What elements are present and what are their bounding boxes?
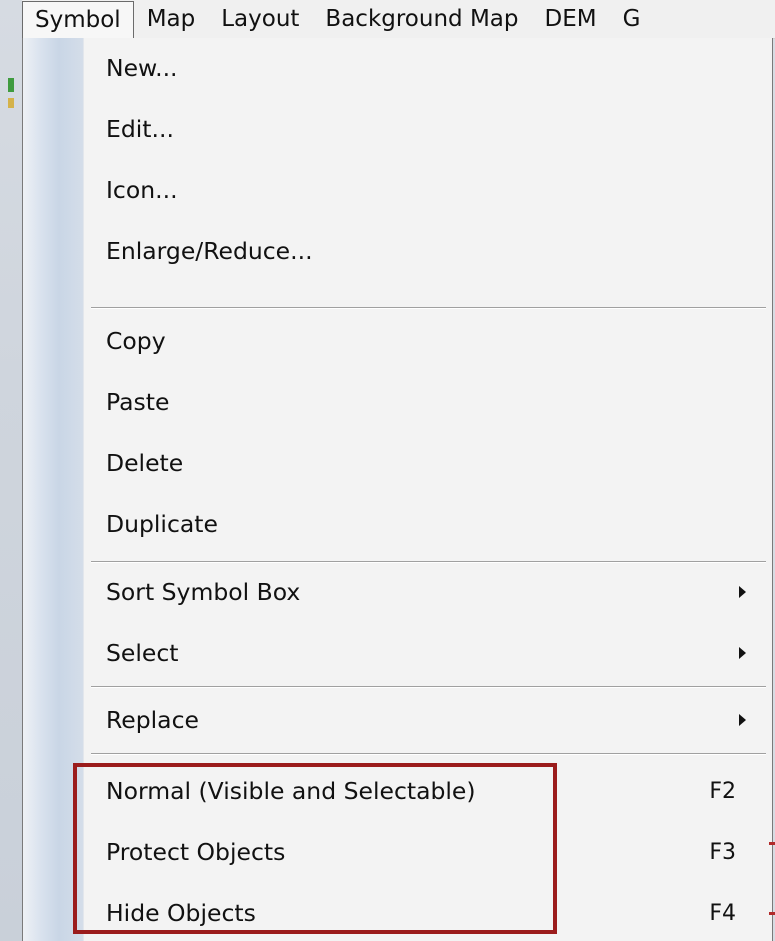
menu-item-label: Protect Objects	[106, 838, 286, 866]
menu-item-protect-objects[interactable]: Protect Objects F3	[83, 824, 772, 880]
menu-item-label: Icon...	[106, 176, 178, 204]
background-red-mark	[769, 842, 775, 845]
menu-item-delete[interactable]: Delete	[83, 435, 772, 491]
menu-item-label: Enlarge/Reduce...	[106, 237, 313, 265]
submenu-arrow-icon	[739, 586, 746, 598]
menu-item-label: Copy	[106, 327, 166, 355]
background-green-marker	[8, 78, 14, 92]
menu-item-label: Edit...	[106, 115, 174, 143]
menu-item-normal-visible-selectable[interactable]: Normal (Visible and Selectable) F2	[83, 763, 772, 819]
menu-item-select[interactable]: Select	[83, 625, 772, 681]
menu-item-label: Paste	[106, 388, 170, 416]
submenu-arrow-icon	[739, 647, 746, 659]
menu-item-replace[interactable]: Replace	[83, 692, 772, 748]
menu-icon-gutter	[23, 38, 84, 941]
menu-bar: Symbol Map Layout Background Map DEM G	[22, 0, 775, 39]
menu-item-label: Delete	[106, 449, 184, 477]
menu-item-label: Sort Symbol Box	[106, 578, 301, 606]
symbol-dropdown-menu: New... Edit... Icon... Enlarge/Reduce...…	[22, 38, 773, 941]
menu-item-label: Duplicate	[106, 510, 218, 538]
menu-item-icon[interactable]: Icon...	[83, 162, 772, 218]
submenu-arrow-icon	[739, 714, 746, 726]
menubar-item-layout[interactable]: Layout	[208, 0, 312, 38]
menu-item-label: Replace	[106, 706, 199, 734]
menubar-item-symbol[interactable]: Symbol	[22, 1, 134, 38]
menu-separator	[91, 686, 766, 688]
menu-item-label: Hide Objects	[106, 899, 256, 927]
menu-separator	[91, 561, 766, 563]
menu-item-enlarge-reduce[interactable]: Enlarge/Reduce...	[83, 223, 772, 279]
menu-separator	[91, 307, 766, 309]
menu-item-label: Select	[106, 639, 179, 667]
menu-item-paste[interactable]: Paste	[83, 374, 772, 430]
menu-item-hide-objects[interactable]: Hide Objects F4	[83, 885, 772, 941]
menubar-item-background-map[interactable]: Background Map	[312, 0, 531, 38]
background-yellow-marker	[8, 98, 14, 108]
menu-item-duplicate[interactable]: Duplicate	[83, 496, 772, 552]
background-red-mark	[769, 912, 775, 915]
menu-item-sort-symbol-box[interactable]: Sort Symbol Box	[83, 564, 772, 620]
menu-item-new[interactable]: New...	[83, 40, 772, 96]
shortcut-key: F4	[709, 900, 736, 926]
menu-item-copy[interactable]: Copy	[83, 313, 772, 369]
menu-separator	[91, 753, 766, 755]
menubar-item-g-truncated[interactable]: G	[610, 0, 654, 38]
menubar-item-dem[interactable]: DEM	[532, 0, 610, 38]
menu-item-label: New...	[106, 54, 178, 82]
shortcut-key: F2	[709, 778, 736, 804]
menubar-item-map[interactable]: Map	[134, 0, 209, 38]
shortcut-key: F3	[709, 839, 736, 865]
menu-item-label: Normal (Visible and Selectable)	[106, 777, 476, 805]
menu-item-edit[interactable]: Edit...	[83, 101, 772, 157]
background-window-strip	[0, 0, 22, 941]
